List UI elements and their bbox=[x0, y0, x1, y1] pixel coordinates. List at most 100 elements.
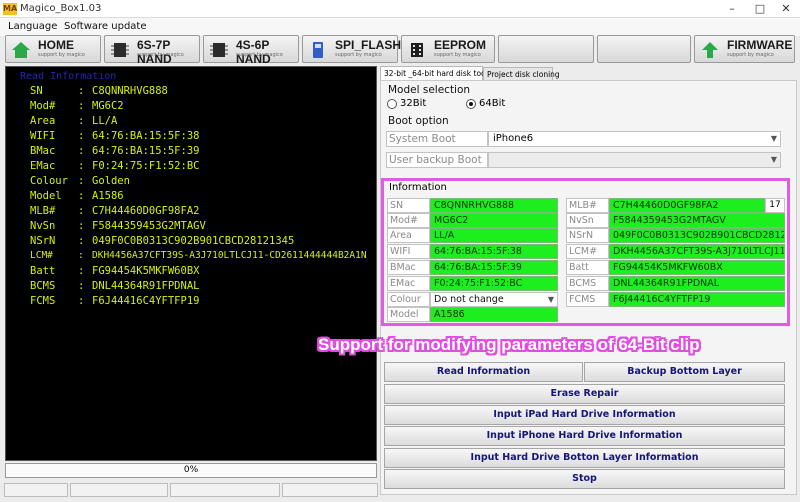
log-line: LCM#: DKH4456A37CFT39S-A3J710LTLCJ11-CD26… bbox=[30, 250, 367, 261]
eeprom-button[interactable]: EEPROM support by magico bbox=[401, 35, 495, 63]
chevron-down-icon: ▼ bbox=[770, 155, 777, 164]
spi-flash-label: SPI_FLASH bbox=[335, 38, 402, 52]
minimize-button[interactable]: – bbox=[718, 0, 746, 18]
info-value-area[interactable]: LL/A bbox=[430, 228, 558, 243]
info-label-emac: EMac bbox=[387, 276, 430, 291]
info-label-bcms: BCMS bbox=[566, 276, 609, 291]
info-value-batt[interactable]: FG94454K5MKFW60BX bbox=[609, 260, 785, 275]
log-line: EMac: F0:24:75:F1:52:BC bbox=[30, 160, 200, 172]
input-ipad-hard-drive-button[interactable]: Input iPad Hard Drive Information bbox=[384, 405, 785, 425]
read-information-button[interactable]: Read Information bbox=[384, 362, 583, 382]
log-line: MLB#: C7H44460D0GF98FA2 bbox=[30, 205, 200, 217]
colour-select[interactable]: Do not change ▼ bbox=[430, 292, 558, 307]
system-boot-label: System Boot bbox=[386, 131, 488, 147]
info-value-fcms[interactable]: F6J44416C4YFTFP19 bbox=[609, 292, 785, 307]
info-label-nsrn: NSrN bbox=[566, 228, 609, 243]
radio-64bit-label: 64Bit bbox=[479, 98, 506, 109]
up-arrow-icon bbox=[702, 42, 718, 58]
log-line: WIFI:64:76:BA:15:5F:38 bbox=[30, 130, 200, 142]
home-button-label: HOME bbox=[38, 38, 74, 52]
chevron-down-icon: ▼ bbox=[770, 134, 777, 143]
status-cell bbox=[70, 483, 168, 497]
erase-repair-button[interactable]: Erase Repair bbox=[384, 384, 785, 404]
home-button[interactable]: HOME support by magico bbox=[5, 35, 101, 63]
nand-4s-6p-button[interactable]: 4S-6P NAND support by magico bbox=[203, 35, 299, 66]
info-value-lcm[interactable]: DKH4456A37CFT39S-A3J710LTLCJ11-CD2611444… bbox=[609, 244, 785, 259]
title-bar: MA Magico_Box1.03 – □ ✕ bbox=[0, 0, 800, 18]
log-line: FCMS: F6J44416C4YFTFP19 bbox=[30, 295, 200, 307]
info-value-sn[interactable]: C8QNNRHVG888 bbox=[430, 198, 558, 213]
info-label-mlb: MLB# bbox=[566, 198, 609, 213]
colour-select-value: Do not change bbox=[434, 294, 504, 305]
info-label-fcms: FCMS bbox=[566, 292, 609, 307]
input-iphone-hard-drive-button[interactable]: Input iPhone Hard Drive Information bbox=[384, 426, 785, 446]
log-line: Area: LL/A bbox=[30, 115, 118, 127]
info-label-colour: Colour bbox=[387, 292, 430, 307]
app-window: MA Magico_Box1.03 – □ ✕ Language Softwar… bbox=[0, 0, 800, 502]
info-label-mod: Mod# bbox=[387, 213, 430, 228]
status-cell bbox=[170, 483, 280, 497]
info-value-nvsn[interactable]: F5844359453G2MTAGV bbox=[609, 213, 785, 228]
info-value-bmac[interactable]: 64:76:BA:15:5F:39 bbox=[430, 260, 558, 275]
maximize-button[interactable]: □ bbox=[746, 0, 774, 18]
menu-software-update[interactable]: Software update bbox=[64, 21, 147, 32]
info-value-nsrn[interactable]: 049F0C0B0313C902B901CBCD28121345 bbox=[609, 228, 785, 243]
status-cell bbox=[282, 483, 378, 497]
log-line: NSrN:049F0C0B0313C902B901CBCD28121345 bbox=[30, 235, 295, 247]
log-console: Read Information SN: C8QNNRHVG888 Mod#: MG… bbox=[5, 66, 377, 461]
tab-project-disk-cloning[interactable]: Project disk cloning bbox=[483, 67, 560, 81]
log-header: Read Information bbox=[20, 71, 117, 82]
nand-4s-6p-subtitle: support by magico bbox=[236, 52, 283, 58]
log-line: NvSn: F5844359453G2MTAGV bbox=[30, 220, 206, 232]
nand-6s-7p-button[interactable]: 6S-7P NAND support by magico bbox=[104, 35, 200, 66]
stop-button[interactable]: Stop bbox=[384, 469, 785, 489]
log-line: BCMS: DNL44364R91FPDNAL bbox=[30, 280, 200, 292]
info-label-bmac: BMac bbox=[387, 260, 430, 275]
info-label-nvsn: NvSn bbox=[566, 213, 609, 228]
empty-toolbar-button-1[interactable] bbox=[498, 35, 594, 63]
information-title: Information bbox=[389, 182, 447, 193]
info-label-batt: Batt bbox=[566, 260, 609, 275]
system-boot-select[interactable]: iPhone6 ▼ bbox=[488, 131, 781, 147]
radio-32bit-label: 32Bit bbox=[400, 98, 427, 109]
log-line: Colour: Golden bbox=[30, 175, 130, 187]
boot-option-title: Boot option bbox=[388, 115, 449, 127]
firmware-label: FIRMWARE bbox=[727, 38, 793, 52]
model-selection-title: Model selection bbox=[388, 84, 471, 96]
menu-language[interactable]: Language bbox=[8, 21, 57, 32]
info-value-wifi[interactable]: 64:76:BA:15:5F:38 bbox=[430, 244, 558, 259]
user-backup-boot-select[interactable]: ▼ bbox=[488, 152, 781, 168]
input-bottom-layer-button[interactable]: Input Hard Drive Botton Layer Informatio… bbox=[384, 448, 785, 468]
empty-toolbar-button-2[interactable] bbox=[597, 35, 691, 63]
info-value-mlb[interactable]: C7H44460D0GF98FA2 bbox=[609, 198, 765, 213]
log-line: BMac:64:76:BA:15:5F:39 bbox=[30, 145, 200, 157]
status-cell bbox=[4, 483, 68, 497]
info-label-model: Model bbox=[387, 307, 430, 322]
app-logo-icon: MA bbox=[3, 3, 18, 15]
info-label-lcm: LCM# bbox=[566, 244, 609, 259]
feature-banner: Support for modifying parameters of 64-B… bbox=[318, 335, 700, 354]
progress-bar: 0% bbox=[5, 463, 377, 478]
info-value-model[interactable]: A1586 bbox=[430, 307, 558, 322]
info-label-area: Area bbox=[387, 228, 430, 243]
spi-flash-button[interactable]: SPI_FLASH support by magico bbox=[302, 35, 402, 63]
info-value-bcms[interactable]: DNL44364R91FPDNAL bbox=[609, 276, 785, 291]
chip-icon bbox=[210, 43, 228, 57]
firmware-button[interactable]: FIRMWARE support by magico bbox=[694, 35, 795, 63]
backup-bottom-layer-button[interactable]: Backup Bottom Layer bbox=[584, 362, 785, 382]
status-bar bbox=[0, 483, 380, 499]
info-value-emac[interactable]: F0:24:75:F1:52:BC bbox=[430, 276, 558, 291]
user-backup-boot-label: User backup Boot bbox=[386, 152, 488, 168]
tab-hard-disk-tool[interactable]: 32-bit _64-bit hard disk tool bbox=[380, 66, 488, 80]
log-line: Mod#: MG6C2 bbox=[30, 100, 124, 112]
window-title: Magico_Box1.03 bbox=[20, 3, 102, 14]
radio-32bit[interactable] bbox=[387, 99, 397, 109]
close-button[interactable]: ✕ bbox=[772, 0, 800, 18]
home-icon bbox=[12, 42, 30, 58]
log-line: Batt: FG94454K5MKFW60BX bbox=[30, 265, 200, 277]
info-value-mod[interactable]: MG6C2 bbox=[430, 213, 558, 228]
firmware-subtitle: support by magico bbox=[727, 52, 774, 58]
radio-64bit[interactable] bbox=[466, 99, 476, 109]
eeprom-icon bbox=[411, 43, 423, 57]
eeprom-subtitle: support by magico bbox=[434, 52, 481, 58]
